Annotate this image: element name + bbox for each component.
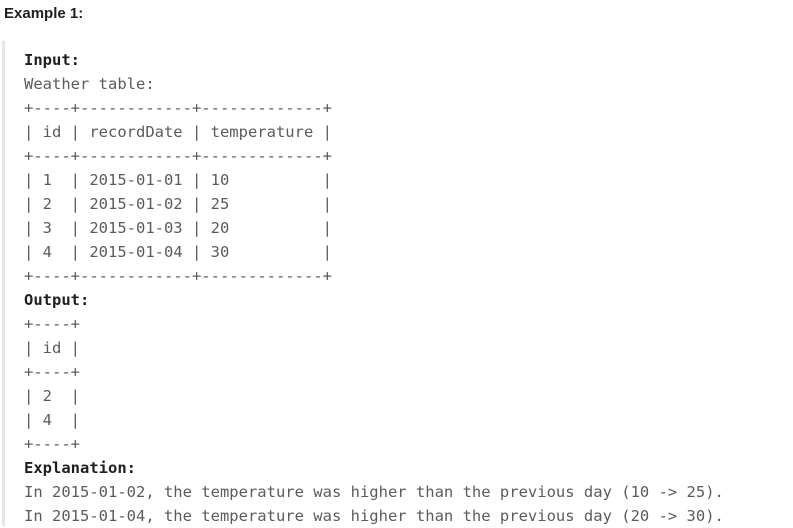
input-table-header-row: | id | recordDate | temperature | — [24, 123, 332, 141]
input-table-row: | 3 | 2015-01-03 | 20 | — [24, 219, 332, 237]
output-table-header-row: | id | — [24, 339, 80, 357]
input-table-border-top: +----+------------+-------------+ — [24, 99, 332, 117]
example-content: Input: Weather table: +----+------------+-… — [24, 48, 724, 528]
output-table-row: | 4 | — [24, 411, 80, 429]
example-heading: Example 1: — [4, 5, 84, 22]
output-table-border-bottom: +----+ — [24, 435, 80, 453]
explanation-label: Explanation: — [24, 459, 136, 477]
input-label: Input: — [24, 51, 80, 69]
input-table-row: | 2 | 2015-01-02 | 25 | — [24, 195, 332, 213]
explanation-line: In 2015-01-04, the temperature was highe… — [24, 507, 724, 525]
input-table-row: | 4 | 2015-01-04 | 30 | — [24, 243, 332, 261]
output-table-border-top: +----+ — [24, 315, 80, 333]
input-table-header-separator: +----+------------+-------------+ — [24, 147, 332, 165]
output-table-header-separator: +----+ — [24, 363, 80, 381]
output-table-row: | 2 | — [24, 387, 80, 405]
input-table-row: | 1 | 2015-01-01 | 10 | — [24, 171, 332, 189]
weather-table-caption: Weather table: — [24, 75, 155, 93]
input-table-border-bottom: +----+------------+-------------+ — [24, 267, 332, 285]
output-label: Output: — [24, 291, 90, 309]
explanation-line: In 2015-01-02, the temperature was highe… — [24, 483, 724, 501]
